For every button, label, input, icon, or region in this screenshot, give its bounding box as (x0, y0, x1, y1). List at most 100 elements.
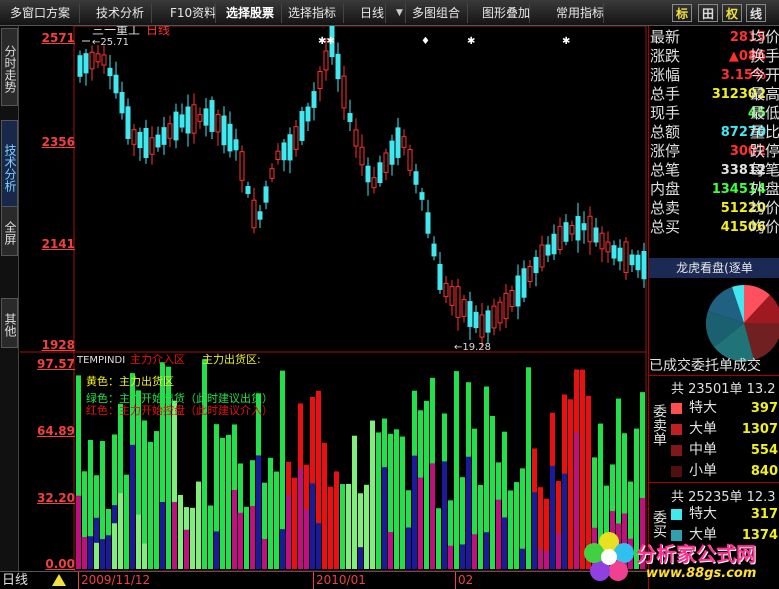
candle-body (611, 245, 617, 259)
watermark-url: www.88gs.com (646, 566, 757, 581)
y-tick: 2141 (41, 237, 75, 251)
button-xian[interactable]: 线 (746, 4, 766, 22)
quote-label: 涨幅 (650, 66, 681, 84)
button-biao[interactable]: 标 (672, 4, 692, 22)
candle-body (581, 223, 587, 231)
quote-label: 现手 (650, 104, 681, 122)
candle-body (149, 137, 155, 155)
button-quan[interactable]: 权 (722, 4, 742, 22)
candle-body (587, 215, 593, 243)
indicator-bar (292, 477, 297, 569)
indicator-sub-bar (574, 432, 579, 569)
period-label[interactable]: 日线 (2, 572, 28, 589)
indicator-bar (208, 505, 213, 569)
quote-row: 涨跌 ▲086 换手 (649, 47, 779, 66)
color-swatch (671, 445, 682, 456)
y-tick: 2356 (41, 135, 75, 149)
candle-body (593, 227, 599, 243)
order-name: 中单 (689, 442, 717, 458)
indicator-sub-bar (130, 444, 135, 569)
indicator-sub-bar (556, 533, 561, 569)
candle-body (161, 127, 167, 145)
candle-body (155, 134, 161, 148)
menu-select-stock[interactable]: 选择股票 (222, 3, 282, 23)
period-up-icon[interactable] (52, 574, 66, 586)
y-tick: 2571 (41, 31, 75, 45)
quote-row: 总卖 51220 均价 (649, 199, 779, 218)
order-name: 小单 (689, 463, 717, 479)
quote-right-label: 均价 (750, 28, 779, 46)
quote-row: 总额 87270 量比 (649, 123, 779, 142)
tab-technical[interactable]: 技术分析 (1, 120, 18, 212)
y-tick: 1928 (41, 338, 75, 352)
candle-body (197, 114, 203, 122)
y-axis-indicator: 97.57 64.89 32.20 0.00 (20, 352, 75, 571)
indicator-sub-bar (388, 532, 393, 569)
quote-right-label: 最高 (750, 85, 779, 103)
indicator-bar (328, 486, 333, 569)
y-tick: 0.00 (45, 557, 75, 571)
indicator-bar (190, 507, 195, 569)
quote-label: 最新 (650, 28, 681, 46)
order-value: 554 (750, 443, 778, 458)
indicator-sub-bar (520, 548, 525, 569)
indicator-bar (514, 482, 519, 569)
legend-inflow: 主力介入区 (130, 353, 185, 366)
indicator-bar (178, 494, 183, 569)
menu-daily[interactable]: 日线 (356, 3, 386, 23)
quote-label: 总卖 (650, 199, 681, 217)
candle-body (263, 186, 269, 203)
quote-label: 总买 (650, 218, 681, 236)
indicator-sub-bar (316, 523, 321, 569)
candle-body (545, 244, 551, 256)
menu-multi-chart[interactable]: 多图组合 (408, 3, 468, 23)
indicator-name: TEMPINDI (76, 355, 125, 366)
toolbar: 多窗口方案 技术分析 F10资料 选择股票 选择指标 日线 ▼ 多图组合 图形叠… (0, 0, 779, 26)
candle-body (365, 165, 371, 183)
color-swatch (671, 509, 682, 520)
indicator-bar (508, 490, 513, 569)
indicator-bar (244, 506, 249, 569)
candle-body (209, 100, 215, 132)
indicator-bar (400, 436, 405, 569)
indicator-sub-bar (418, 477, 423, 569)
menu-select-indicator[interactable]: 选择指标 (284, 3, 344, 23)
candle-body (479, 314, 485, 338)
grid-icon[interactable]: 田 (698, 4, 718, 22)
indicator-bar (568, 399, 573, 569)
menu-f10[interactable]: F10资料 (166, 3, 216, 23)
candle-body (395, 127, 401, 158)
quote-right-label: 外盘 (750, 180, 779, 198)
indicator-sub-bar (256, 455, 261, 569)
quote-row: 最新 2815 均价 (649, 28, 779, 47)
indicator-sub-bar (496, 499, 501, 569)
x-label: 02 (455, 572, 473, 589)
indicator-sub-bar (304, 509, 309, 569)
indicator-sub-bar (484, 532, 489, 569)
tab-intraday[interactable]: 分时走势 (1, 28, 18, 106)
indicator-bar (424, 400, 429, 569)
indicator-sub-bar (472, 534, 477, 569)
low-label: ←19.28 (454, 342, 491, 353)
indicator-bar (436, 508, 441, 569)
indicator-low-bar (142, 543, 147, 569)
order-row: 大单 1307 (649, 419, 779, 440)
candle-body (293, 126, 299, 150)
tab-fullscreen[interactable]: 全屏 (1, 206, 18, 256)
candle-body (125, 106, 131, 139)
indicator-sub-bar (502, 517, 507, 569)
indicator-bar (370, 420, 375, 569)
quote-right-label: 量比 (750, 123, 779, 141)
candle-body (89, 51, 95, 70)
tab-other[interactable]: 其他 (1, 298, 18, 348)
candle-body (227, 123, 233, 152)
candle-body (539, 244, 545, 268)
indicator-sub-bar (88, 536, 93, 569)
divider (649, 482, 779, 483)
menu-common-indicator[interactable]: 常用指标 (552, 3, 604, 23)
indicator-sub-bar (76, 495, 81, 569)
menu-multi-window[interactable]: 多窗口方案 (6, 3, 80, 23)
menu-overlay[interactable]: 图形叠加 (478, 3, 530, 23)
menu-technical-analysis[interactable]: 技术分析 (92, 3, 152, 23)
menu-dropdown-marker[interactable]: ▼ (392, 3, 406, 23)
